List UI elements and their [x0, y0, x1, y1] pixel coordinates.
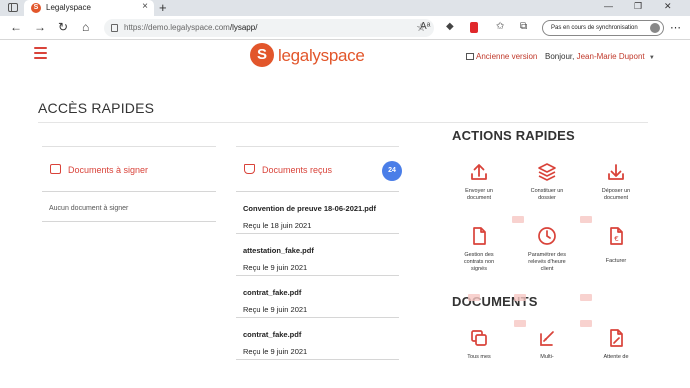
url-text: https://demo.legalyspace.com/lysapp/	[124, 23, 258, 32]
copy-icon	[469, 328, 489, 348]
upload-icon	[469, 162, 489, 182]
stamp-decoration	[468, 294, 480, 301]
tab-close-icon[interactable]: ×	[142, 1, 148, 12]
documents-multi-sign[interactable]: Multi-	[514, 328, 580, 361]
file-icon	[469, 226, 489, 246]
old-version-link[interactable]: Ancienne version	[466, 52, 537, 61]
hamburger-menu-icon[interactable]	[34, 47, 47, 59]
browser-tab-strip: S Legalyspace × + — ❐ ✕	[0, 0, 690, 16]
documents-received-header[interactable]: Documents reçus 24	[236, 147, 402, 191]
new-tab-icon[interactable]: +	[159, 0, 167, 15]
home-icon[interactable]: ⌂	[82, 20, 89, 34]
received-doc-item[interactable]: attestation_fake.pdf Reçu le 9 juin 2021	[236, 234, 399, 276]
empty-message: Aucun document à signer	[49, 205, 129, 212]
action-build-folder[interactable]: Constituer un dossier	[514, 162, 580, 202]
received-count-badge: 24	[382, 161, 402, 181]
user-name: Jean-Marie Dupont	[576, 52, 645, 61]
minimize-icon[interactable]: —	[604, 1, 613, 11]
documents-to-sign-header[interactable]: Documents à signer	[42, 147, 216, 191]
favorites-icon[interactable]: ✩	[496, 21, 504, 32]
reload-icon[interactable]: ↻	[58, 20, 68, 34]
app-header: S legalyspace Ancienne version Bonjour, …	[0, 40, 678, 76]
external-edit-icon	[466, 53, 474, 60]
layers-icon	[537, 162, 557, 182]
acces-rapides-title: ACCÈS RAPIDES	[38, 100, 155, 116]
documents-awaiting[interactable]: Attente de	[583, 328, 649, 361]
clock-icon	[537, 226, 557, 246]
documents-received-card: Documents reçus 24 Convention de preuve …	[236, 146, 402, 360]
tab-actions-icon[interactable]	[8, 3, 18, 12]
received-doc-item[interactable]: contrat_fake.pdf Reçu le 9 juin 2021	[236, 276, 399, 318]
action-time-records[interactable]: Paramétrer des relevés d'heure client	[514, 226, 580, 273]
back-icon[interactable]: ←	[10, 20, 22, 34]
action-deposit-document[interactable]: Déposer un document	[583, 162, 649, 202]
pen-file-icon	[606, 328, 626, 348]
collections-icon[interactable]: ⧉	[520, 21, 527, 32]
divider	[38, 122, 648, 123]
profile-avatar	[650, 23, 660, 33]
logo-text: legalyspace	[278, 46, 365, 65]
svg-text:€: €	[614, 235, 618, 243]
actions-rapides-title: ACTIONS RAPIDES	[452, 128, 575, 143]
action-unsigned-contracts[interactable]: Gestion des contrats non signés	[446, 226, 512, 273]
received-doc-item[interactable]: contrat_fake.pdf Reçu le 9 juin 2021	[236, 318, 399, 360]
documents-to-sign-card: Documents à signer Aucun document à sign…	[42, 146, 216, 222]
action-send-document[interactable]: Envoyer un document	[446, 162, 512, 202]
stamp-decoration	[580, 294, 592, 301]
action-invoice[interactable]: € Facturer	[583, 226, 649, 265]
reading-view-icon[interactable]: Aᵃ	[420, 21, 430, 32]
stamp-decoration	[514, 320, 526, 327]
stamp-decoration	[512, 216, 524, 223]
documents-to-sign-title: Documents à signer	[68, 165, 149, 175]
sign-document-icon	[50, 164, 61, 174]
browser-menu-icon[interactable]: ⋯	[670, 21, 681, 34]
browser-toolbar: ← → ↻ ⌂ https://demo.legalyspace.com/lys…	[0, 16, 690, 40]
inbox-icon	[244, 164, 255, 174]
main-content: ACCÈS RAPIDES Documents à signer Aucun d…	[0, 76, 678, 388]
tab-title: Legalyspace	[46, 3, 91, 12]
documents-received-title: Documents reçus	[262, 165, 333, 175]
stamp-decoration	[514, 294, 526, 301]
user-menu[interactable]: Bonjour, Jean-Marie Dupont ▼	[545, 52, 655, 61]
close-window-icon[interactable]: ✕	[664, 1, 672, 12]
forward-icon[interactable]: →	[34, 20, 46, 34]
restore-icon[interactable]: ❐	[634, 1, 642, 12]
stamp-decoration	[580, 216, 592, 223]
download-icon	[606, 162, 626, 182]
address-bar[interactable]: https://demo.legalyspace.com/lysapp/ ☆	[104, 19, 434, 37]
logo-mark-icon: S	[250, 43, 274, 67]
multi-sign-icon	[537, 328, 557, 348]
documents-all[interactable]: Tous mes	[446, 328, 512, 361]
sync-status-button[interactable]: Pas en cours de synchronisation	[542, 20, 664, 36]
legalyspace-favicon-icon: S	[31, 3, 41, 13]
received-doc-item[interactable]: Convention de preuve 18-06-2021.pdf Reçu…	[236, 192, 399, 234]
euro-file-icon: €	[606, 226, 626, 246]
chevron-down-icon: ▼	[648, 55, 655, 61]
lock-icon	[111, 24, 118, 32]
browser-tab[interactable]: S Legalyspace ×	[24, 0, 154, 16]
tag-extension-icon[interactable]: ◆	[446, 21, 454, 32]
red-extension-icon[interactable]	[470, 22, 478, 33]
stamp-decoration	[580, 320, 592, 327]
